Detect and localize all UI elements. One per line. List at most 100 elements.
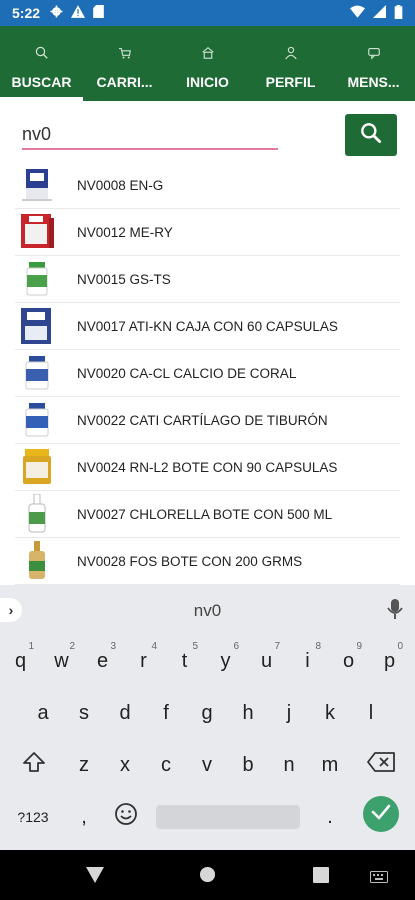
signal-icon (373, 5, 386, 21)
status-time: 5:22 (12, 5, 41, 21)
comma-key[interactable]: , (66, 797, 102, 837)
sd-card-icon (93, 5, 104, 21)
tab-perfil[interactable]: PERFIL (249, 26, 332, 101)
item-label: NV0015 GS-TS (77, 271, 171, 287)
key-b[interactable]: b (228, 745, 268, 785)
search-icon (33, 44, 51, 62)
list-item[interactable]: NV0024 RN-L2 BOTE CON 90 CAPSULAS (15, 444, 400, 491)
emoji-icon (114, 802, 138, 832)
item-label: NV0028 FOS BOTE CON 200 GRMS (77, 553, 303, 569)
list-item[interactable]: NV0015 GS-TS (15, 256, 400, 303)
top-nav: BUSCAR CARRI... INICIO PERFIL MENS... (0, 26, 415, 101)
product-image (17, 212, 57, 252)
key-s[interactable]: s (64, 693, 104, 733)
key-v[interactable]: v (187, 745, 227, 785)
microphone-icon[interactable] (387, 599, 403, 626)
period-key[interactable]: . (312, 797, 348, 837)
key-i[interactable]: i8 (289, 641, 326, 681)
tab-label: INICIO (186, 73, 229, 90)
shift-key[interactable] (12, 745, 56, 785)
list-item[interactable]: NV0028 FOS BOTE CON 200 GRMS (15, 538, 400, 585)
warning-icon (71, 5, 86, 21)
list-item[interactable]: NV0027 CHLORELLA BOTE CON 500 ML (15, 491, 400, 538)
keyboard-row-4: ?123 , . (0, 791, 415, 843)
message-icon (365, 44, 383, 62)
recents-icon[interactable] (313, 867, 329, 888)
tab-mensajes[interactable]: MENS... (332, 26, 415, 101)
cart-icon (116, 44, 134, 62)
list-item[interactable]: NV0020 CA-CL CALCIO DE CORAL (15, 350, 400, 397)
back-icon[interactable] (86, 867, 104, 888)
soft-keyboard: › nv0 q1 w2 e3 r4 t5 y6 u7 i8 o9 p0 a s … (0, 585, 415, 850)
key-z[interactable]: z (64, 745, 104, 785)
item-label: NV0012 ME-RY (77, 224, 173, 240)
item-label: NV0024 RN-L2 BOTE CON 90 CAPSULAS (77, 459, 338, 475)
tab-label: MENS... (347, 73, 400, 90)
key-n[interactable]: n (269, 745, 309, 785)
key-d[interactable]: d (105, 693, 145, 733)
item-label: NV0008 EN-G (77, 177, 164, 193)
list-item[interactable]: NV0012 ME-RY (15, 209, 400, 256)
home-button-icon[interactable] (199, 866, 216, 888)
key-e[interactable]: e3 (84, 641, 121, 681)
shift-icon (22, 751, 46, 779)
wifi-icon (350, 5, 365, 21)
emoji-key[interactable] (106, 797, 146, 837)
item-label: NV0022 CATI CARTÍLAGO DE TIBURÓN (77, 412, 328, 428)
product-image (17, 353, 57, 393)
key-t[interactable]: t5 (166, 641, 203, 681)
suggestion-strip: › nv0 (0, 585, 415, 635)
gear-icon (50, 5, 63, 21)
key-f[interactable]: f (146, 693, 186, 733)
keyboard-row-2: a s d f g h j k l (0, 687, 415, 739)
key-m[interactable]: m (310, 745, 350, 785)
key-p[interactable]: p0 (371, 641, 408, 681)
keyboard-row-1: q1 w2 e3 r4 t5 y6 u7 i8 o9 p0 (0, 635, 415, 687)
search-icon (358, 120, 384, 151)
backspace-icon (367, 752, 395, 778)
keyboard-row-3: z x c v b n m (0, 739, 415, 791)
key-g[interactable]: g (187, 693, 227, 733)
key-a[interactable]: a (23, 693, 63, 733)
tab-carrito[interactable]: CARRI... (83, 26, 166, 101)
product-image (17, 494, 57, 534)
battery-icon (394, 4, 403, 22)
tab-label: CARRI... (96, 73, 153, 90)
key-q[interactable]: q1 (2, 641, 39, 681)
key-x[interactable]: x (105, 745, 145, 785)
list-item[interactable]: NV0008 EN-G (15, 162, 400, 209)
list-item[interactable]: NV0022 CATI CARTÍLAGO DE TIBURÓN (15, 397, 400, 444)
key-o[interactable]: o9 (330, 641, 367, 681)
product-image (17, 306, 57, 346)
keyboard-switch-icon[interactable] (370, 870, 388, 888)
search-button[interactable] (345, 114, 397, 156)
tab-label: BUSCAR (11, 73, 72, 90)
key-r[interactable]: r4 (125, 641, 162, 681)
key-w[interactable]: w2 (43, 641, 80, 681)
tab-buscar[interactable]: BUSCAR (0, 26, 83, 101)
key-y[interactable]: y6 (207, 641, 244, 681)
item-label: NV0027 CHLORELLA BOTE CON 500 ML (77, 506, 333, 522)
suggestion-word[interactable]: nv0 (0, 601, 415, 621)
item-label: NV0020 CA-CL CALCIO DE CORAL (77, 365, 297, 381)
enter-key[interactable] (363, 796, 399, 832)
key-l[interactable]: l (351, 693, 391, 733)
spacebar[interactable] (156, 805, 300, 829)
key-c[interactable]: c (146, 745, 186, 785)
product-image (17, 259, 57, 299)
list-item[interactable]: NV0017 ATI-KN CAJA CON 60 CAPSULAS (15, 303, 400, 350)
key-j[interactable]: j (269, 693, 309, 733)
backspace-key[interactable] (358, 745, 404, 785)
product-image (17, 541, 57, 581)
symbols-key[interactable]: ?123 (8, 797, 58, 837)
item-label: NV0017 ATI-KN CAJA CON 60 CAPSULAS (77, 318, 338, 334)
check-icon (371, 804, 391, 825)
key-u[interactable]: u7 (248, 641, 285, 681)
tab-inicio[interactable]: INICIO (166, 26, 249, 101)
system-nav-bar (0, 850, 415, 900)
home-icon (199, 44, 217, 62)
search-input[interactable] (22, 120, 278, 150)
key-h[interactable]: h (228, 693, 268, 733)
key-k[interactable]: k (310, 693, 350, 733)
results-list: NV0008 EN-G NV0012 ME-RY NV0015 GS-TS NV… (15, 162, 400, 585)
